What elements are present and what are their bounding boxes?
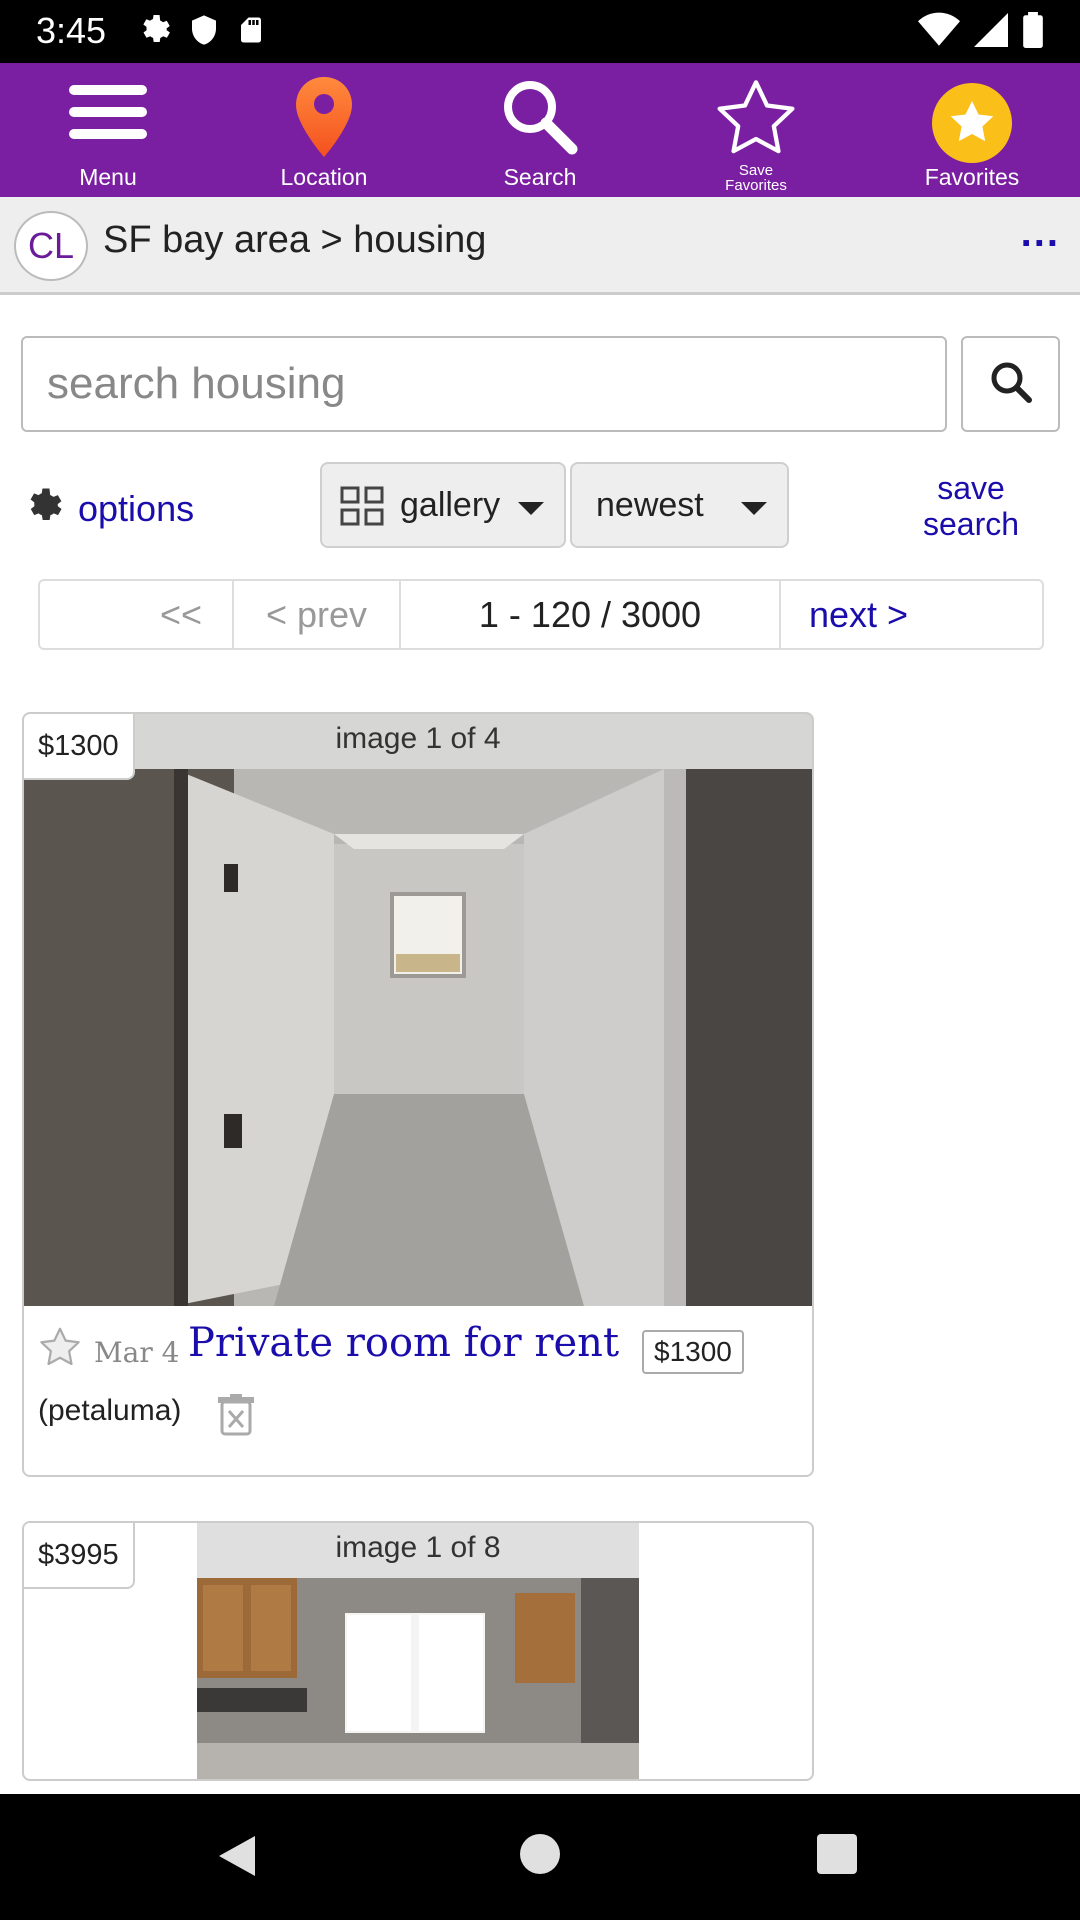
save-search-line1: save <box>937 470 1005 506</box>
pagination: << < prev 1 - 120 / 3000 next > <box>38 579 1044 650</box>
status-bar: 3:45 <box>0 0 1080 63</box>
home-icon[interactable] <box>520 1834 560 1874</box>
favorites-star-icon <box>932 83 1012 168</box>
first-page-button[interactable]: << <box>40 581 234 648</box>
save-favorites-label: Save Favorites <box>648 163 864 193</box>
more-options-button[interactable]: ... <box>1021 211 1060 256</box>
watermark-text: craigslist <box>1060 601 1080 1720</box>
hamburger-menu-icon <box>67 77 149 152</box>
page-range: 1 - 120 / 3000 <box>401 581 781 648</box>
gallery-grid-icon <box>340 486 384 533</box>
sort-value: newest <box>596 486 704 524</box>
cl-home-badge[interactable]: CL <box>14 211 88 281</box>
room-photo-image <box>24 714 812 1306</box>
battery-icon <box>1022 12 1044 53</box>
sd-card-icon <box>236 12 266 53</box>
save-favorites-button[interactable]: Save Favorites <box>648 63 864 197</box>
listing-meta: Mar 4 Private room for rent $1300 (petal… <box>24 1306 812 1475</box>
sort-dropdown[interactable]: newest <box>570 462 789 548</box>
listing-card[interactable]: image 1 of 8 $3995 <box>22 1521 814 1781</box>
view-mode-value: gallery <box>400 486 501 524</box>
favorites-button[interactable]: Favorites <box>864 63 1080 197</box>
image-counter: image 1 of 8 <box>197 1523 639 1578</box>
save-favorites-line2: Favorites <box>725 177 787 194</box>
menu-button[interactable]: Menu <box>0 63 216 197</box>
breadcrumb[interactable]: SF bay area > housing <box>103 219 486 262</box>
breadcrumb-bar: CL SF bay area > housing ... <box>0 197 1080 295</box>
favorites-label: Favorites <box>924 164 1020 190</box>
hide-listing-icon[interactable] <box>216 1394 256 1441</box>
neighborhood: (petaluma) <box>38 1394 182 1427</box>
status-left-icons <box>136 12 266 53</box>
save-search-line2: search <box>922 506 1020 542</box>
search-label: Search <box>503 164 577 190</box>
favorite-star-icon[interactable] <box>38 1326 82 1373</box>
wifi-icon <box>918 12 960 53</box>
chevron-down-icon <box>518 502 544 515</box>
price-tag: $3995 <box>24 1523 135 1589</box>
screen: 3:45 Menu Location Search Save Favorites… <box>0 0 1080 1920</box>
recent-apps-icon[interactable] <box>817 1834 857 1874</box>
signal-icon <box>974 12 1008 53</box>
view-mode-dropdown[interactable]: gallery <box>320 462 566 548</box>
listing-photo[interactable]: image 1 of 8 <box>197 1523 639 1779</box>
inline-price: $1300 <box>642 1330 744 1374</box>
app-toolbar: Menu Location Search Save Favorites Favor… <box>0 63 1080 197</box>
price-tag: $1300 <box>24 714 135 780</box>
search-icon <box>989 360 1033 409</box>
next-page-button[interactable]: next > <box>781 581 1042 648</box>
listing-photo[interactable]: image 1 of 4 $1300 <box>24 714 812 1306</box>
image-counter: image 1 of 4 <box>24 714 812 769</box>
listing-title-link[interactable]: Private room for rent <box>188 1320 619 1366</box>
listing-card[interactable]: image 1 of 4 $1300 Mar 4 Private room fo… <box>22 712 814 1477</box>
magnifier-icon <box>500 79 580 160</box>
chevron-down-icon <box>741 502 767 515</box>
location-label: Location <box>280 164 368 190</box>
status-time: 3:45 <box>36 10 107 51</box>
android-nav-bar <box>0 1794 1080 1920</box>
options-link[interactable]: options <box>22 485 194 532</box>
post-date: Mar 4 <box>94 1336 180 1369</box>
search-input[interactable] <box>21 336 947 432</box>
shield-icon <box>188 12 220 53</box>
prev-page-button[interactable]: < prev <box>234 581 401 648</box>
search-toolbar-button[interactable]: Search <box>432 63 648 197</box>
back-icon[interactable] <box>215 1834 259 1883</box>
menu-label: Menu <box>79 164 137 190</box>
search-submit-button[interactable] <box>961 336 1060 432</box>
status-right-icons <box>918 12 1044 53</box>
location-button[interactable]: Location <box>216 63 432 197</box>
settings-icon <box>136 12 172 53</box>
gear-icon <box>22 485 64 532</box>
save-search-link[interactable]: save search <box>895 470 1047 542</box>
star-outline-icon <box>713 77 799 164</box>
location-pin-icon <box>294 75 354 164</box>
options-label: options <box>78 487 195 529</box>
